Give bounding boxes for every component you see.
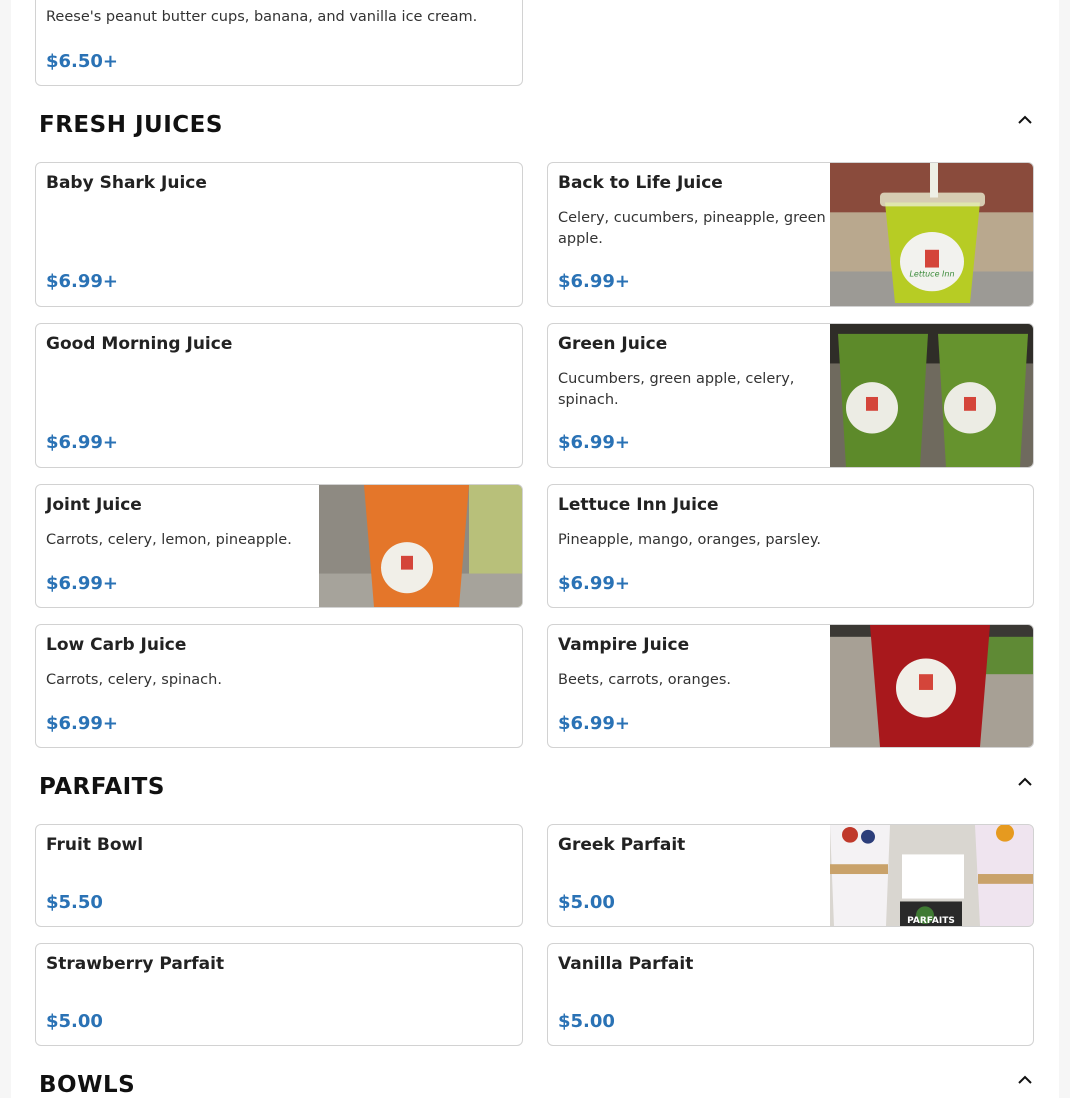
item-price: $6.99+ bbox=[558, 573, 631, 594]
item-name: Joint Juice bbox=[46, 495, 142, 515]
green-juice-cup-photo: Lettuce Inn bbox=[830, 163, 1033, 306]
section-title-bowls: BOWLS bbox=[39, 1072, 136, 1098]
item-price: $6.99+ bbox=[558, 432, 631, 453]
item-price: $5.00 bbox=[558, 1011, 615, 1032]
item-name: Fruit Bowl bbox=[46, 835, 144, 855]
item-name: Green Juice bbox=[558, 334, 668, 354]
item-description: Reese's peanut butter cups, banana, and … bbox=[46, 9, 478, 25]
item-name: Greek Parfait bbox=[558, 835, 686, 855]
menu-item-card[interactable]: Vanilla Parfait $5.00 bbox=[547, 943, 1034, 1046]
menu-page: Reese's peanut butter cups, banana, and … bbox=[11, 0, 1059, 1098]
menu-item-card[interactable]: Greek Parfait $5.00 PARFAITS bbox=[547, 824, 1034, 927]
menu-item-card[interactable]: Low Carb Juice Carrots, celery, spinach.… bbox=[35, 624, 523, 748]
parfait-image-caption: PARFAITS bbox=[907, 916, 955, 926]
menu-item-card[interactable]: Good Morning Juice $6.99+ bbox=[35, 323, 523, 468]
item-name: Lettuce Inn Juice bbox=[558, 495, 719, 515]
item-price: $6.99+ bbox=[46, 573, 119, 594]
menu-item-card[interactable]: Reese's peanut butter cups, banana, and … bbox=[35, 0, 523, 86]
item-name: Baby Shark Juice bbox=[46, 173, 207, 193]
menu-item-card[interactable]: Back to Life Juice Celery, cucumbers, pi… bbox=[547, 162, 1034, 307]
item-price: $6.50+ bbox=[46, 51, 119, 72]
menu-item-card[interactable]: Joint Juice Carrots, celery, lemon, pine… bbox=[35, 484, 523, 608]
menu-item-card[interactable]: Strawberry Parfait $5.00 bbox=[35, 943, 523, 1046]
menu-item-card[interactable]: Green Juice Cucumbers, green apple, cele… bbox=[547, 323, 1034, 468]
item-name: Vanilla Parfait bbox=[558, 954, 694, 974]
item-description: Cucumbers, green apple, celery, spinach. bbox=[558, 371, 795, 408]
item-description: Carrots, celery, spinach. bbox=[46, 672, 222, 688]
item-name: Vampire Juice bbox=[558, 635, 690, 655]
item-price: $5.00 bbox=[558, 892, 615, 913]
item-price: $5.50 bbox=[46, 892, 103, 913]
item-description: Pineapple, mango, oranges, parsley. bbox=[558, 532, 822, 548]
chevron-up-icon[interactable] bbox=[1015, 110, 1035, 130]
menu-item-card[interactable]: Fruit Bowl $5.50 bbox=[35, 824, 523, 927]
menu-item-card[interactable]: Lettuce Inn Juice Pineapple, mango, oran… bbox=[547, 484, 1034, 608]
item-name: Back to Life Juice bbox=[558, 173, 723, 193]
chevron-up-icon[interactable] bbox=[1015, 1070, 1035, 1090]
svg-text:Lettuce Inn: Lettuce Inn bbox=[909, 269, 954, 278]
orange-juice-cup-photo bbox=[319, 485, 522, 607]
item-price: $6.99+ bbox=[46, 713, 119, 734]
item-price: $6.99+ bbox=[558, 271, 631, 292]
two-green-juices-photo bbox=[830, 324, 1033, 467]
item-description: Beets, carrots, oranges. bbox=[558, 672, 731, 688]
item-description: Carrots, celery, lemon, pineapple. bbox=[46, 532, 292, 548]
item-name: Good Morning Juice bbox=[46, 334, 233, 354]
item-name: Strawberry Parfait bbox=[46, 954, 225, 974]
section-title-parfaits: PARFAITS bbox=[39, 774, 165, 800]
chevron-up-icon[interactable] bbox=[1015, 772, 1035, 792]
item-price: $6.99+ bbox=[46, 432, 119, 453]
item-price: $6.99+ bbox=[558, 713, 631, 734]
item-name: Low Carb Juice bbox=[46, 635, 187, 655]
menu-item-card[interactable]: Vampire Juice Beets, carrots, oranges. $… bbox=[547, 624, 1034, 748]
item-price: $6.99+ bbox=[46, 271, 119, 292]
section-title-fresh-juices: FRESH JUICES bbox=[39, 112, 223, 138]
parfait-cups-photo: PARFAITS bbox=[830, 825, 1033, 926]
red-juice-cup-photo bbox=[830, 625, 1033, 747]
menu-item-card[interactable]: Baby Shark Juice $6.99+ bbox=[35, 162, 523, 307]
item-price: $5.00 bbox=[46, 1011, 103, 1032]
item-description: Celery, cucumbers, pineapple, green appl… bbox=[558, 210, 826, 247]
